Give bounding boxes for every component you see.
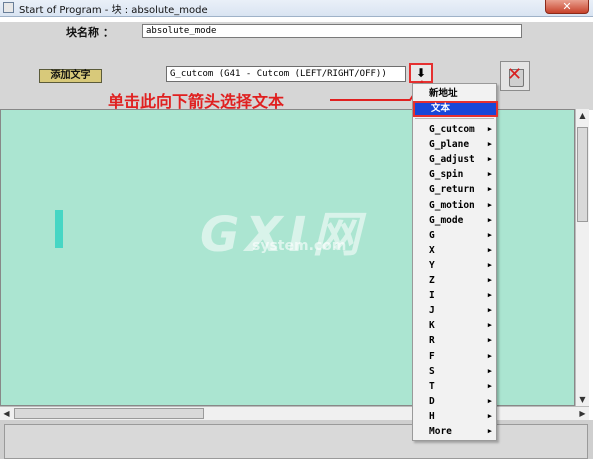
menu-item[interactable]: R ▶ <box>413 333 496 348</box>
gcode-select[interactable]: G_cutcom (G41 - Cutcom (LEFT/RIGHT/OFF)) <box>166 66 406 82</box>
close-button[interactable]: ✕ <box>545 0 589 14</box>
menu-item[interactable]: T ▶ <box>413 379 496 394</box>
menu-item[interactable]: 文本 <box>413 101 498 117</box>
scroll-up-icon[interactable]: ▲ <box>576 109 589 122</box>
menu-item-label: S <box>429 365 435 377</box>
submenu-arrow-icon: ▶ <box>487 260 492 269</box>
submenu-arrow-icon: ▶ <box>487 336 492 345</box>
submenu-arrow-icon: ▶ <box>487 396 492 405</box>
menu-item-label: R <box>429 335 435 347</box>
vertical-scrollbar[interactable]: ▲ ▼ <box>575 109 589 406</box>
menu-item[interactable]: S ▶ <box>413 364 496 379</box>
submenu-arrow-icon: ▶ <box>487 411 492 420</box>
submenu-arrow-icon: ▶ <box>487 306 492 315</box>
app-icon <box>3 2 14 13</box>
window-title: Start of Program - 块 : absolute_mode <box>19 5 208 16</box>
menu-item-label: X <box>429 244 435 256</box>
submenu-arrow-icon: ▶ <box>487 230 492 239</box>
submenu-arrow-icon: ▶ <box>487 215 492 224</box>
menu-item[interactable]: G_mode ▶ <box>413 213 496 228</box>
menu-item-label: G_adjust <box>429 154 475 166</box>
submenu-arrow-icon: ▶ <box>487 200 492 209</box>
menu-item[interactable]: F ▶ <box>413 349 496 364</box>
dropdown-menu: 新地址 文本 G_cutcom ▶ G_plane ▶ G_adjust ▶ G_spin ▶ G_… <box>412 83 498 441</box>
menu-item-label: Y <box>429 259 435 271</box>
submenu-arrow-icon: ▶ <box>487 245 492 254</box>
menu-item-label: I <box>429 290 435 302</box>
menu-item[interactable]: G_spin ▶ <box>413 167 496 182</box>
horizontal-scrollbar[interactable]: ◀ ▶ <box>0 406 589 420</box>
block-name-label: 块名称 ： <box>66 26 114 39</box>
menu-item-label: G_motion <box>429 199 475 211</box>
menu-item-label: More <box>429 426 452 437</box>
menu-item-label: G_cutcom <box>429 124 475 135</box>
status-panel <box>4 424 588 459</box>
menu-item-label: 文本 <box>431 103 451 114</box>
submenu-arrow-icon: ▶ <box>487 427 492 435</box>
block-name-field[interactable]: absolute_mode <box>142 24 522 38</box>
menu-item[interactable]: Y ▶ <box>413 258 496 273</box>
menu-item[interactable]: G ▶ <box>413 228 496 243</box>
menu-item[interactable]: I ▶ <box>413 288 496 303</box>
menu-item[interactable]: G_motion ▶ <box>413 198 496 213</box>
menu-item-label: G_spin <box>429 169 464 181</box>
vertical-scroll-thumb[interactable] <box>577 127 588 222</box>
menu-item[interactable]: H ▶ <box>413 409 496 424</box>
submenu-arrow-icon: ▶ <box>487 366 492 375</box>
menu-item-label: G <box>429 229 435 241</box>
menu-item[interactable]: D ▶ <box>413 394 496 409</box>
menu-item[interactable]: G_cutcom ▶ <box>413 122 496 137</box>
menu-separator <box>415 118 494 119</box>
menu-item[interactable]: Z ▶ <box>413 273 496 288</box>
watermark-logo: GXI网 <box>200 207 367 263</box>
menu-item[interactable]: G_return ▶ <box>413 182 496 197</box>
submenu-arrow-icon: ▶ <box>487 351 492 360</box>
menu-item-label: J <box>429 305 435 317</box>
menu-item-label: H <box>429 410 435 422</box>
submenu-arrow-icon: ▶ <box>487 381 492 390</box>
submenu-arrow-icon: ▶ <box>487 276 492 284</box>
bottom-area <box>0 420 593 459</box>
add-text-button[interactable]: 添加文字 <box>39 69 102 83</box>
watermark-url: system.com <box>252 238 347 254</box>
menu-item-label: D <box>429 395 435 407</box>
menu-item[interactable]: G_plane ▶ <box>413 137 496 152</box>
horizontal-scroll-thumb[interactable] <box>14 408 204 419</box>
title-bar: Start of Program - 块 : absolute_mode ✕ <box>0 0 593 17</box>
scroll-left-icon[interactable]: ◀ <box>0 407 13 420</box>
delete-button[interactable]: ✕ <box>500 61 530 91</box>
delete-x-icon: ✕ <box>507 64 523 85</box>
menu-item[interactable]: X ▶ <box>413 243 496 258</box>
submenu-arrow-icon: ▶ <box>487 291 492 300</box>
submenu-arrow-icon: ▶ <box>487 155 492 164</box>
submenu-arrow-icon: ▶ <box>487 140 492 149</box>
menu-item-label: K <box>429 320 435 332</box>
scroll-right-icon[interactable]: ▶ <box>576 407 589 420</box>
menu-item[interactable]: 新地址 <box>413 86 496 101</box>
menu-item[interactable]: K ▶ <box>413 318 496 333</box>
scroll-down-icon[interactable]: ▼ <box>576 393 589 406</box>
menu-item-label: T <box>429 380 435 392</box>
submenu-arrow-icon: ▶ <box>487 125 492 133</box>
menu-item-label: G_mode <box>429 214 464 226</box>
submenu-arrow-icon: ▶ <box>487 185 492 194</box>
menu-item-label: G_return <box>429 184 475 196</box>
menu-item-label: G_plane <box>429 139 470 151</box>
menu-item-label: F <box>429 350 435 362</box>
menu-item[interactable]: J ▶ <box>413 303 496 318</box>
menu-item-label: 新地址 <box>429 88 458 99</box>
dropdown-arrow-button[interactable]: ⬇ <box>409 63 433 83</box>
submenu-arrow-icon: ▶ <box>487 170 492 179</box>
submenu-arrow-icon: ▶ <box>487 321 492 330</box>
menu-item[interactable]: More ▶ <box>413 424 496 439</box>
text-cursor <box>55 210 63 248</box>
menu-item-label: Z <box>429 275 435 286</box>
menu-item[interactable]: G_adjust ▶ <box>413 152 496 167</box>
